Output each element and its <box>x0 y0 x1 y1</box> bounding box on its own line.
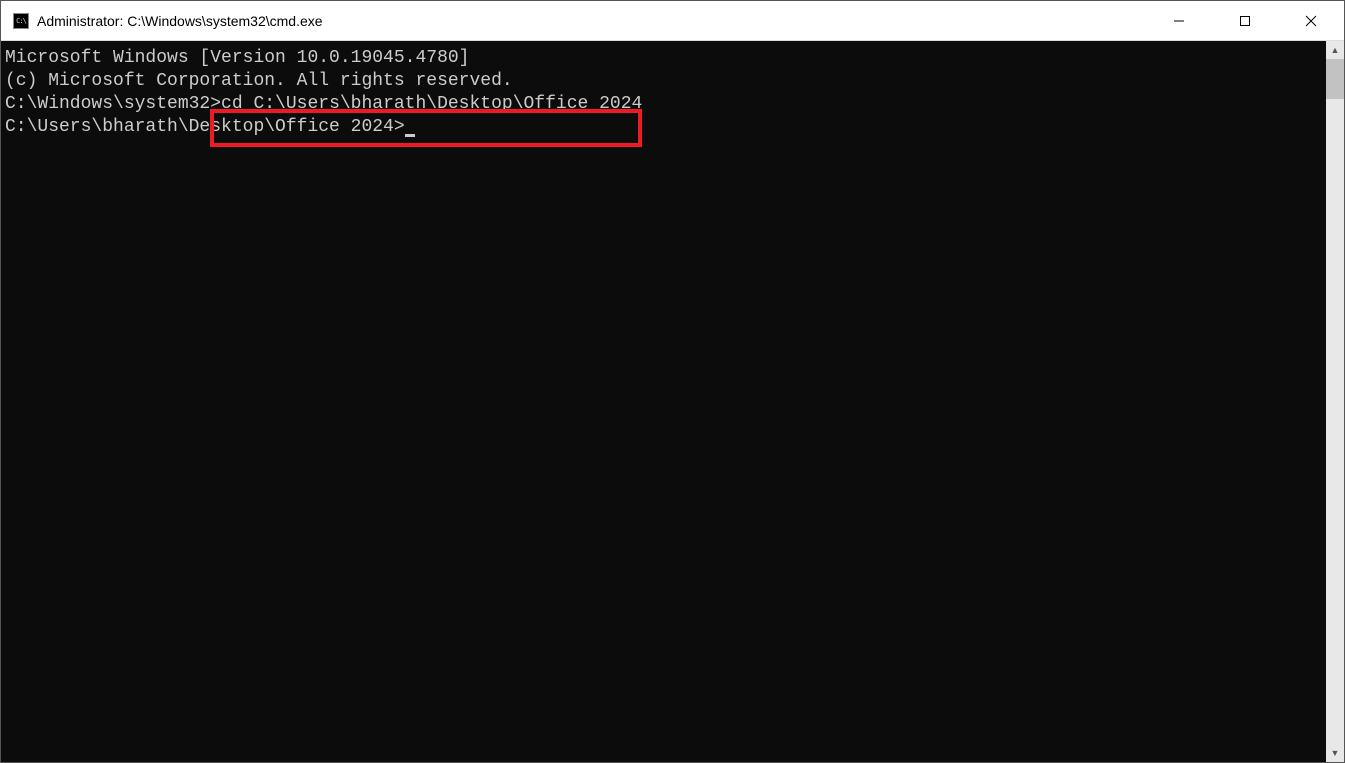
titlebar[interactable]: C:\ Administrator: C:\Windows\system32\c… <box>1 1 1344 41</box>
window-title: Administrator: C:\Windows\system32\cmd.e… <box>37 13 1146 29</box>
prompt-line-2: C:\Users\bharath\Desktop\Office 2024> <box>5 116 1322 139</box>
minimize-button[interactable] <box>1146 1 1212 40</box>
maximize-button[interactable] <box>1212 1 1278 40</box>
scroll-track[interactable] <box>1326 59 1344 744</box>
cmd-window: C:\ Administrator: C:\Windows\system32\c… <box>0 0 1345 763</box>
prompt-path: C:\Users\bharath\Desktop\Office 2024> <box>5 117 405 137</box>
scroll-down-arrow-icon[interactable]: ▼ <box>1326 744 1344 762</box>
prompt-path: C:\Windows\system32> <box>5 94 221 114</box>
vertical-scrollbar[interactable]: ▲ ▼ <box>1326 41 1344 762</box>
terminal-container: Microsoft Windows [Version 10.0.19045.47… <box>1 41 1344 762</box>
prompt-command: cd C:\Users\bharath\Desktop\Office 2024 <box>221 94 642 114</box>
version-line: Microsoft Windows [Version 10.0.19045.47… <box>5 47 1322 70</box>
scroll-thumb[interactable] <box>1326 59 1344 99</box>
close-button[interactable] <box>1278 1 1344 40</box>
cursor <box>405 134 415 137</box>
prompt-line-1: C:\Windows\system32>cd C:\Users\bharath\… <box>5 93 1322 116</box>
terminal-output[interactable]: Microsoft Windows [Version 10.0.19045.47… <box>1 41 1326 762</box>
window-controls <box>1146 1 1344 40</box>
scroll-up-arrow-icon[interactable]: ▲ <box>1326 41 1344 59</box>
copyright-line: (c) Microsoft Corporation. All rights re… <box>5 70 1322 93</box>
cmd-icon: C:\ <box>13 13 29 29</box>
